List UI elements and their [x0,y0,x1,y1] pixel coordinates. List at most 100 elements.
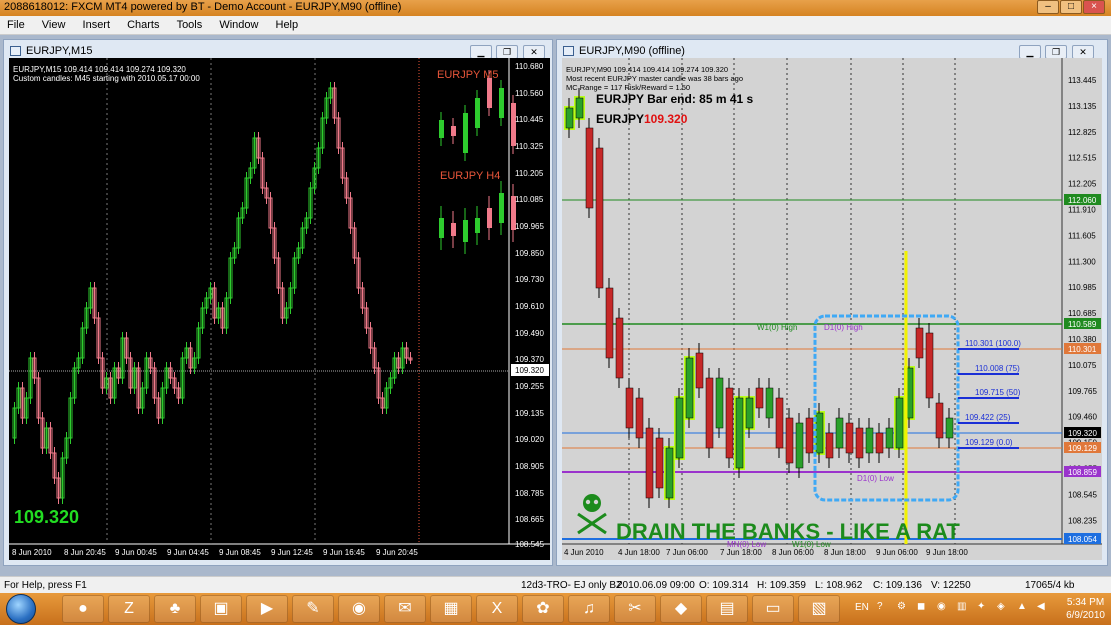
mini-candle-body [451,223,456,236]
chart-background [562,58,1102,560]
menu-tools[interactable]: Tools [170,16,210,31]
chart-canvas-m15[interactable]: EURJPY,M15 109.414 109.414 109.274 109.3… [9,58,550,560]
menu-insert[interactable]: Insert [76,16,118,31]
price-tick: 110.325 [515,142,544,151]
chart-info-line1: EURJPY,M15 109.414 109.414 109.274 109.3… [13,65,186,74]
excel-icon[interactable]: X [476,595,518,623]
help-icon[interactable]: ? [877,601,883,612]
tray-icon-5[interactable]: ◈ [997,601,1005,612]
menu-view[interactable]: View [35,16,73,31]
start-button[interactable] [6,594,36,624]
language-indicator[interactable]: EN [855,602,869,613]
time-tick: 8 Jun 2010 [12,548,52,557]
notes-icon[interactable]: ✉ [384,595,426,623]
candle-body [675,397,684,459]
window-minimize-button[interactable]: ▁ [470,45,492,59]
paint-icon[interactable]: ✎ [292,595,334,623]
price-tick: 108.545 [1068,490,1097,499]
window-restore-button[interactable]: ❐ [1045,45,1067,59]
candle-body [595,147,604,289]
candle-body [765,387,774,419]
app-icon-leaf[interactable]: ♣ [154,595,196,623]
clock-date: 6/9/2010 [1066,610,1105,621]
menu-file[interactable]: File [0,16,32,31]
chart-info-line2: Most recent EURJPY master candle was 38 … [566,74,743,83]
menu-help[interactable]: Help [269,16,306,31]
price-tick: 109.610 [515,302,544,311]
mini-candle-body [499,88,504,118]
picture-icon[interactable]: ▧ [798,595,840,623]
candle-body [815,412,824,454]
status-close: C: 109.136 [873,580,922,591]
network-icon[interactable]: ▥ [957,601,966,612]
system-tray: EN ? ⚙ ◼ ◉ ▥ ✦ ◈ ▲ ◀ 5:34 PM 6/9/2010 [841,593,1111,625]
close-button[interactable]: × [1083,0,1105,14]
mini-candle-body [475,218,480,233]
tray-icon-4[interactable]: ✦ [977,601,985,612]
window-close-button[interactable]: ✕ [1072,45,1094,59]
tray-icon-2[interactable]: ◼ [917,601,925,612]
calculator-icon[interactable]: ▦ [430,595,472,623]
tray-icon-1[interactable]: ⚙ [897,601,906,612]
mini-candle-body [475,98,480,128]
symbol-price: 109.320 [644,112,688,126]
fib-label: 109.129 (0.0) [965,438,1013,447]
candle-body [575,97,584,119]
tray-icon-6[interactable]: ▲ [1017,601,1027,612]
status-help: For Help, press F1 [4,580,87,591]
price-tick: 109.460 [1068,413,1097,422]
price-tick: 112.515 [1068,154,1097,163]
chart-info-line3: MC Range = 117 Risk/Reward = 1.50 [566,83,690,92]
price-tick: 108.235 [1068,516,1097,525]
app-icon-z[interactable]: Z [108,595,150,623]
marked-price-mn_low: 108.859 [1068,468,1097,477]
candle-body [855,427,864,459]
document-icon[interactable]: ▤ [706,595,748,623]
chart-canvas-m90[interactable]: 110.301 (100.0) 110.008 (75) 109.715 (50) 1… [562,58,1102,560]
price-tick: 110.380 [1068,335,1097,344]
fib-label: 109.715 (50) [975,388,1021,397]
volume-icon[interactable]: ◀ [1037,601,1045,612]
minimize-button[interactable]: – [1037,0,1059,14]
folder-icon[interactable]: ▣ [200,595,242,623]
window-minimize-button[interactable]: ▁ [1019,45,1041,59]
menu-window[interactable]: Window [212,16,265,31]
app-icon-cube[interactable]: ◆ [660,595,702,623]
time-tick: 8 Jun 06:00 [772,548,814,557]
mini-candle-body [451,126,456,136]
window-close-button[interactable]: ✕ [523,45,545,59]
bar-end-timer: EURJPY Bar end: 85 m 41 s [596,92,754,106]
window-restore-button[interactable]: ❐ [496,45,518,59]
candle-body [915,327,924,359]
palette-icon[interactable]: ✿ [522,595,564,623]
time-tick: 9 Jun 04:45 [167,548,209,557]
marked-price-bottom: 108.054 [1068,535,1097,544]
time-tick: 9 Jun 20:45 [376,548,418,557]
time-tick: 9 Jun 18:00 [926,548,968,557]
candle-body [705,377,714,449]
tray-icon-3[interactable]: ◉ [937,601,946,612]
price-tick: 109.850 [515,249,544,258]
price-tick: 109.490 [515,329,544,338]
tools-icon[interactable]: ✂ [614,595,656,623]
price-tick: 111.300 [1068,257,1096,266]
status-profile[interactable]: 12d3-TRO- EJ only BZ [521,580,622,591]
w1-high-label: W1(0) High [757,323,797,332]
price-tick: 108.785 [515,489,544,498]
candle-body [605,287,614,359]
menu-charts[interactable]: Charts [120,16,166,31]
firefox-icon[interactable]: ● [62,595,104,623]
candle-body [805,417,814,454]
media-player-icon[interactable]: ▶ [246,595,288,623]
price-tick: 109.135 [515,409,544,418]
price-tick: 109.020 [515,435,544,444]
app-title: 2088618012: FXCM MT4 powered by BT - Dem… [4,1,402,13]
clock[interactable]: 5:34 PM 6/9/2010 [1066,596,1105,622]
app-icon-orb[interactable]: ◉ [338,595,380,623]
price-tick: 112.205 [1068,180,1097,189]
itunes-icon[interactable]: ♫ [568,595,610,623]
taskbar: ● Z ♣ ▣ ▶ ✎ ◉ ✉ ▦ X ✿ ♫ ✂ ◆ ▤ ▭ ▧ EN ? ⚙… [0,593,1111,625]
time-tick: 9 Jun 08:45 [219,548,261,557]
maximize-button[interactable]: □ [1060,0,1082,14]
app-icon-window[interactable]: ▭ [752,595,794,623]
